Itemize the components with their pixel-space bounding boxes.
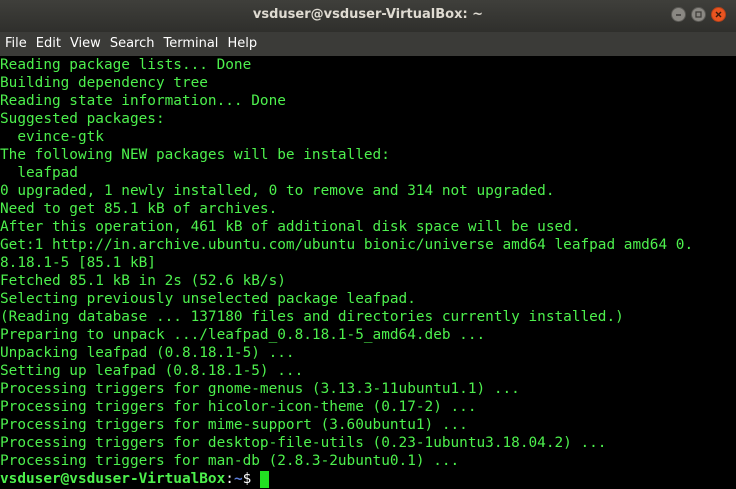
terminal-line: evince-gtk <box>0 129 104 145</box>
maximize-icon <box>695 11 702 18</box>
terminal-line: Processing triggers for mime-support (3.… <box>0 417 468 433</box>
terminal-line: Selecting previously unselected package … <box>0 291 416 307</box>
terminal-scrollbar[interactable] <box>724 56 736 489</box>
menu-help[interactable]: Help <box>222 32 261 56</box>
terminal-line: leafpad <box>0 165 78 181</box>
terminal-output[interactable]: Reading package lists... Done Building d… <box>0 56 724 489</box>
text-cursor <box>260 470 270 488</box>
prompt-separator: : <box>225 471 234 487</box>
terminal-line: Building dependency tree <box>0 75 208 91</box>
terminal-line: Suggested packages: <box>0 111 165 127</box>
terminal-line: After this operation, 461 kB of addition… <box>0 219 581 235</box>
terminal-line: 8.18.1-5 [85.1 kB] <box>0 255 156 271</box>
terminal-line: Need to get 85.1 kB of archives. <box>0 201 278 217</box>
shell-prompt[interactable]: vsduser@vsduser-VirtualBox: ~ $ <box>0 470 724 488</box>
close-icon <box>715 11 722 18</box>
window-controls <box>671 7 726 22</box>
prompt-symbol: $ <box>242 471 252 487</box>
title-bar[interactable]: vsduser@vsduser-VirtualBox: ~ <box>0 0 736 33</box>
close-button[interactable] <box>711 7 726 22</box>
terminal-line: 0 upgraded, 1 newly installed, 0 to remo… <box>0 183 555 199</box>
terminal-line: Fetched 85.1 kB in 2s (52.6 kB/s) <box>0 273 286 289</box>
terminal-line: (Reading database ... 137180 files and d… <box>0 309 624 325</box>
menu-file[interactable]: File <box>0 32 31 56</box>
menu-terminal[interactable]: Terminal <box>158 32 222 56</box>
terminal-line: Processing triggers for desktop-file-uti… <box>0 435 607 451</box>
terminal-window: vsduser@vsduser-VirtualBox: ~ File Edit … <box>0 0 736 489</box>
maximize-button[interactable] <box>691 7 706 22</box>
terminal-line: Processing triggers for gnome-menus (3.1… <box>0 381 520 397</box>
terminal-line: Preparing to unpack .../leafpad_0.8.18.1… <box>0 327 486 343</box>
window-title: vsduser@vsduser-VirtualBox: ~ <box>252 7 484 22</box>
prompt-user-host: vsduser@vsduser-VirtualBox <box>0 471 226 487</box>
menu-search[interactable]: Search <box>105 32 159 56</box>
terminal-line: The following NEW packages will be insta… <box>0 147 390 163</box>
menu-bar: File Edit View Search Terminal Help <box>0 32 736 57</box>
terminal-line: Get:1 http://in.archive.ubuntu.com/ubunt… <box>0 237 694 253</box>
terminal-line: Processing triggers for man-db (2.8.3-2u… <box>0 453 460 469</box>
minimize-button[interactable] <box>671 7 686 22</box>
terminal-line: Reading state information... Done <box>0 93 286 109</box>
menu-edit[interactable]: Edit <box>31 32 65 56</box>
terminal-line: Reading package lists... Done <box>0 57 252 73</box>
terminal-line: Setting up leafpad (0.8.18.1-5) ... <box>0 363 304 379</box>
terminal-line: Unpacking leafpad (0.8.18.1-5) ... <box>0 345 295 361</box>
minimize-icon <box>676 14 681 16</box>
menu-view[interactable]: View <box>65 32 105 56</box>
terminal-line: Processing triggers for hicolor-icon-the… <box>0 399 477 415</box>
prompt-path: ~ <box>233 471 243 487</box>
